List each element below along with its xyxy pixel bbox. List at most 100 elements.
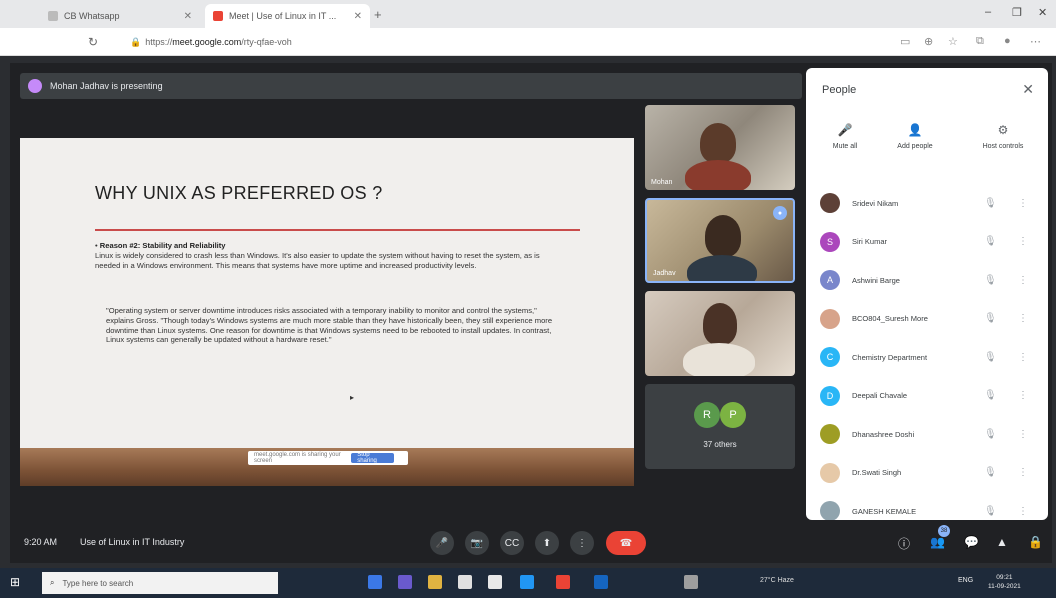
participant-more-icon[interactable]: ⋮	[1018, 390, 1028, 401]
captions-button[interactable]: CC	[500, 531, 524, 555]
profile-icon[interactable]: ●	[1004, 35, 1011, 47]
participant-video	[700, 123, 736, 163]
system-clock[interactable]: 09:21 11-09-2021	[988, 573, 1021, 591]
windows-start-icon[interactable]: ⊞	[10, 575, 20, 589]
participant-more-icon[interactable]: ⋮	[1018, 467, 1028, 478]
activities-icon[interactable]: ▲	[996, 535, 1008, 549]
participant-avatar	[820, 193, 840, 214]
participant-more-icon[interactable]: ⋮	[1018, 313, 1028, 324]
participant-video-body	[685, 160, 751, 190]
bullet-text: Linux is widely considered to crash less…	[95, 250, 540, 270]
participant-more-icon[interactable]: ⋮	[1018, 236, 1028, 247]
participant-mic-icon[interactable]: 🎙	[984, 313, 997, 324]
taskbar-app-icon[interactable]	[556, 575, 570, 589]
participant-video-body	[687, 255, 757, 281]
participant-row[interactable]: GANESH KEMALE 🎙 ⋮	[806, 492, 1048, 520]
mute-all-label: Mute all	[832, 143, 858, 150]
participant-row[interactable]: Dhanashree Doshi 🎙 ⋮	[806, 415, 1048, 454]
participant-more-icon[interactable]: ⋮	[1018, 275, 1028, 286]
participant-row[interactable]: D Deepali Chavale 🎙 ⋮	[806, 377, 1048, 416]
slide-title: WHY UNIX AS PREFERRED OS ?	[95, 183, 383, 203]
tab-favicon-icon	[213, 11, 223, 21]
participant-mic-icon[interactable]: 🎙	[984, 506, 997, 517]
more-options-button[interactable]: ⋮	[570, 531, 594, 555]
screen-share-bar: meet.google.com is sharing your screen S…	[248, 451, 408, 465]
taskbar-app-icon[interactable]	[368, 575, 382, 589]
participant-row[interactable]: Dr.Swati Singh 🎙 ⋮	[806, 454, 1048, 493]
camera-permission-icon[interactable]: ▭	[900, 35, 910, 48]
close-window-button[interactable]: ✕	[1038, 6, 1047, 19]
participant-list: Sridevi Nikam 🎙 ⋮ S Siri Kumar 🎙 ⋮ A Ashwini Bar…	[806, 184, 1048, 520]
taskbar-search-box[interactable]: ⌕ Type here to search	[42, 572, 278, 594]
add-people-button[interactable]: 👤 Add people	[880, 123, 950, 150]
stop-sharing-button[interactable]: Stop sharing	[351, 452, 394, 464]
taskbar-app-icon[interactable]	[398, 575, 412, 589]
participant-mic-icon[interactable]: 🎙	[984, 198, 997, 209]
host-lock-icon[interactable]: 🔒	[1028, 535, 1043, 549]
microphone-button[interactable]: 🎤	[430, 531, 454, 555]
presenting-text: Mohan Jadhav is presenting	[50, 81, 163, 91]
taskbar-app-icon[interactable]	[684, 575, 698, 589]
maximize-button[interactable]: ❐	[1012, 6, 1022, 19]
minimize-button[interactable]: –	[985, 6, 991, 18]
participant-mic-icon[interactable]: 🎙	[984, 275, 997, 286]
browser-tab-whatsapp[interactable]: CB Whatsapp ✕	[40, 4, 200, 28]
participant-tile-active[interactable]: ● Jadhav	[645, 198, 795, 283]
host-controls-icon: ⚙	[997, 123, 1009, 137]
menu-icon[interactable]: ⋯	[1030, 35, 1041, 48]
url-field[interactable]: 🔒 https:// meet.google.com /rty-qfae-voh	[130, 33, 870, 51]
presenting-banner: Mohan Jadhav is presenting	[20, 73, 802, 99]
browser-tab-meet[interactable]: Meet | Use of Linux in IT ... ✕	[205, 4, 370, 28]
end-call-button[interactable]: ☎	[606, 531, 646, 555]
participant-mic-icon[interactable]: 🎙	[984, 467, 997, 478]
participant-mic-icon[interactable]: 🎙	[984, 236, 997, 247]
tile-name: Jadhav	[653, 270, 676, 277]
chat-icon[interactable]: 💬	[964, 535, 979, 549]
language-indicator[interactable]: ENG	[958, 577, 973, 584]
participant-more-icon[interactable]: ⋮	[1018, 429, 1028, 440]
participant-row[interactable]: BCO804_Suresh More 🎙 ⋮	[806, 300, 1048, 339]
taskbar-app-icon[interactable]	[428, 575, 442, 589]
zoom-icon[interactable]: ⊕	[924, 35, 933, 48]
taskbar-app-icon[interactable]	[458, 575, 472, 589]
participant-tile[interactable]: Mohan	[645, 105, 795, 190]
participant-mic-icon[interactable]: 🎙	[984, 429, 997, 440]
mute-all-button[interactable]: 🎤 Mute all	[810, 123, 880, 150]
tab-close-icon[interactable]: ✕	[178, 11, 192, 22]
participant-more-icon[interactable]: ⋮	[1018, 352, 1028, 363]
participant-tile[interactable]	[645, 291, 795, 376]
mouse-cursor-icon: ▸	[350, 393, 355, 402]
present-button[interactable]: ⬆	[535, 531, 559, 555]
close-icon[interactable]: ✕	[1022, 81, 1034, 98]
taskbar-app-icon[interactable]	[594, 575, 608, 589]
camera-button[interactable]: 📷	[465, 531, 489, 555]
mic-off-icon: 🎤	[837, 123, 853, 137]
participant-more-icon[interactable]: ⋮	[1018, 506, 1028, 517]
participant-row[interactable]: S Siri Kumar 🎙 ⋮	[806, 223, 1048, 262]
reload-icon[interactable]: ↻	[88, 35, 98, 49]
others-tile[interactable]: R P 37 others	[645, 384, 795, 469]
people-icon[interactable]: 👥	[930, 535, 945, 549]
participant-video	[705, 215, 741, 257]
participant-video-body	[683, 343, 755, 376]
url-path: /rty-qfae-voh	[241, 37, 292, 47]
participant-row[interactable]: Sridevi Nikam 🎙 ⋮	[806, 184, 1048, 223]
weather-widget[interactable]: 27°C Haze	[760, 577, 794, 584]
info-icon[interactable]: ⓘ	[898, 535, 910, 552]
participant-mic-icon[interactable]: 🎙	[984, 352, 997, 363]
taskbar-app-icon[interactable]	[488, 575, 502, 589]
extensions-icon[interactable]: ⧉	[976, 35, 984, 48]
participant-avatar	[820, 462, 840, 483]
tab-close-icon[interactable]: ✕	[348, 11, 362, 22]
participant-more-icon[interactable]: ⋮	[1018, 198, 1028, 209]
new-tab-button[interactable]: +	[374, 7, 382, 22]
host-controls-button[interactable]: ⚙ Host controls	[968, 123, 1038, 150]
slide-bullet: • Reason #2: Stability and Reliability L…	[95, 241, 540, 270]
taskbar-app-icon[interactable]	[520, 575, 534, 589]
url-host: meet.google.com	[172, 37, 242, 47]
bookmark-star-icon[interactable]: ☆	[948, 35, 958, 48]
participant-mic-icon[interactable]: 🎙	[984, 390, 997, 401]
add-people-label: Add people	[897, 143, 933, 150]
participant-row[interactable]: A Ashwini Barge 🎙 ⋮	[806, 261, 1048, 300]
participant-row[interactable]: C Chemistry Department 🎙 ⋮	[806, 338, 1048, 377]
